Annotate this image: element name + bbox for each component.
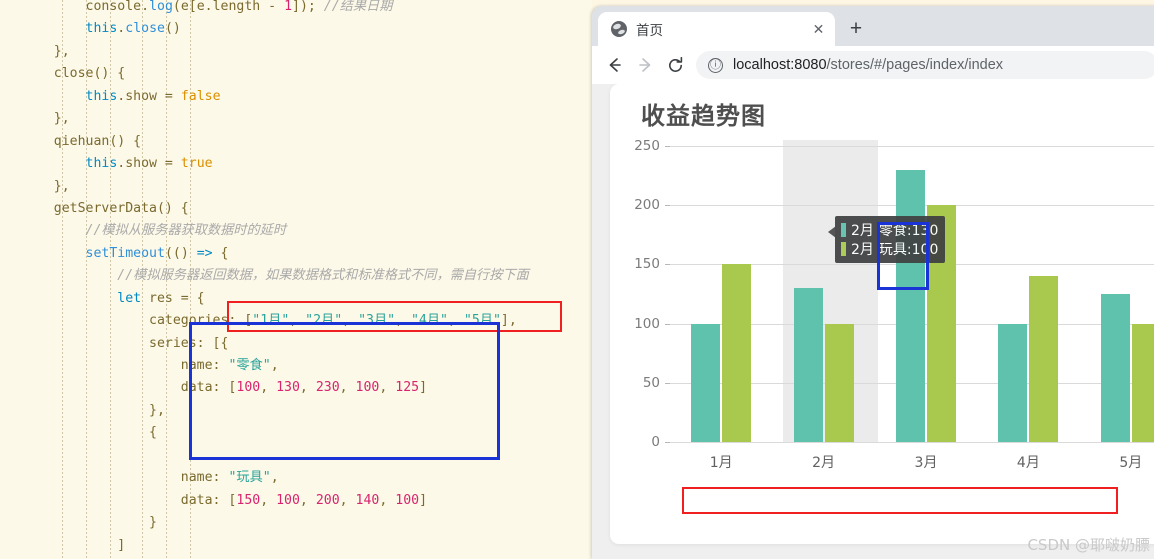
code-line: let res = { (117, 290, 205, 306)
series-color-swatch-toy (841, 241, 846, 256)
code-line: console.log(e[e.length - 1]); //结果日期 (85, 0, 393, 14)
bar-零食-2月[interactable] (793, 288, 823, 442)
y-tick-label: 250 (634, 138, 660, 154)
browser-window: 首页 ✕ + ⓘ localhost:8080/stores/#/pages/i… (592, 6, 1154, 559)
y-tick-mark (665, 146, 670, 147)
code-line: }, (22, 178, 70, 194)
x-tick-label: 5月 (1119, 455, 1143, 471)
code-line: name: "零食", (22, 358, 279, 373)
x-tick-label: 2月 (812, 455, 836, 471)
tooltip-value: 零食:130 (878, 222, 939, 239)
back-button[interactable] (600, 50, 630, 80)
y-tick-label: 50 (642, 374, 660, 391)
forward-button[interactable] (630, 50, 660, 80)
code-line: series: [{ (22, 335, 229, 351)
bar-玩具-5月[interactable] (1131, 323, 1154, 442)
code-line: this.close() (85, 21, 181, 37)
bar-玩具-2月[interactable] (824, 323, 854, 442)
site-info-icon[interactable]: ⓘ (708, 57, 723, 73)
url-text: localhost:8080/stores/#/pages/index/inde… (733, 57, 1003, 73)
code-line: }, (22, 43, 70, 59)
y-tick-mark (665, 323, 670, 325)
code-line: //模拟服务器返回数据，如果数据格式和标准格式不同，需自行按下面 (117, 268, 529, 284)
close-icon[interactable]: ✕ (810, 21, 827, 38)
bar-chart[interactable]: 0 50 100 150 200 250 1月 2月 3月 4月 5月 2月 零食:130 (610, 138, 1154, 500)
bar-零食-5月[interactable] (1100, 294, 1130, 442)
series-color-swatch-snack (841, 222, 846, 237)
bar-零食-3月[interactable] (896, 169, 925, 442)
code-text[interactable]: console.log(e[e.length - 1]); //结果日期 thi… (0, 0, 592, 559)
grid-line (670, 442, 1154, 443)
code-line: getServerData() { (53, 200, 189, 216)
tooltip-arrow (828, 226, 836, 238)
page-viewport: 收益趋势图 0 50 100 150 200 250 1月 2月 3月 4月 5月 2月 (592, 84, 1154, 559)
code-line: data: [150, 100, 200, 140, 100] (22, 492, 428, 508)
y-tick-label: 150 (634, 256, 660, 273)
globe-icon (611, 21, 627, 37)
tooltip-row: 2月 玩具:100 (841, 239, 938, 258)
chart-tooltip: 2月 零食:130 2月 玩具:100 (828, 216, 946, 263)
grid-line (670, 146, 1154, 147)
screenshot-root: console.log(e[e.length - 1]); //结果日期 thi… (0, 0, 1154, 559)
bar-玩具-4月[interactable] (1029, 276, 1059, 442)
x-tick-label: 4月 (1016, 455, 1040, 471)
chart-card: 收益趋势图 0 50 100 150 200 250 1月 2月 3月 4月 5月 2月 (610, 84, 1154, 544)
tooltip-row: 2月 零食:130 (841, 220, 938, 239)
y-tick-mark (665, 205, 670, 207)
y-tick-label: 0 (651, 434, 660, 450)
x-tick-label: 1月 (709, 455, 733, 471)
y-tick-mark (665, 442, 670, 443)
code-line: categories: ["1月", "2月", "3月", "4月", "5月… (22, 313, 517, 329)
bar-零食-4月[interactable] (998, 323, 1028, 442)
bar-零食-1月[interactable] (691, 323, 721, 442)
code-editor-pane[interactable]: console.log(e[e.length - 1]); //结果日期 thi… (0, 0, 592, 559)
y-tick-label: 200 (634, 197, 660, 214)
tooltip-value: 玩具:100 (878, 241, 939, 258)
page-title: 收益趋势图 (641, 102, 766, 130)
address-bar[interactable]: ⓘ localhost:8080/stores/#/pages/index/in… (696, 51, 1154, 79)
tab-title: 首页 (636, 23, 663, 38)
y-tick-label: 100 (634, 315, 660, 332)
code-line: this.show = true (85, 156, 213, 172)
code-line: }, (22, 402, 165, 418)
x-tick-label: 3月 (914, 455, 938, 471)
code-line: }, (22, 111, 70, 127)
code-line: name: "玩具", (22, 470, 279, 486)
code-line: close() { (53, 66, 126, 82)
watermark: CSDN @耶啵奶膘 (1027, 536, 1150, 554)
reload-button[interactable] (660, 50, 690, 80)
code-line: data: [100, 130, 230, 100, 125] (22, 380, 428, 396)
browser-toolbar: ⓘ localhost:8080/stores/#/pages/index/in… (592, 46, 1154, 84)
tooltip-category: 2月 (851, 241, 874, 258)
code-line: ] (22, 537, 126, 553)
code-line: qiehuan() { (53, 133, 142, 149)
y-tick-mark (665, 264, 670, 266)
code-line: //模拟从服务器获取数据时的延时 (85, 223, 287, 239)
y-tick-mark (665, 382, 670, 384)
url-host: localhost:8080 (733, 57, 827, 73)
code-line: setTimeout(() => { (85, 245, 229, 261)
tab-strip: 首页 ✕ + (592, 6, 1154, 46)
new-tab-button[interactable]: + (845, 18, 867, 40)
tooltip-category: 2月 (851, 222, 874, 239)
bar-玩具-1月[interactable] (722, 264, 752, 442)
code-line: } (22, 515, 157, 531)
code-line: { (22, 425, 157, 441)
browser-tab[interactable]: 首页 ✕ (598, 12, 835, 46)
url-path: /stores/#/pages/index/index (826, 57, 1004, 73)
code-line: this.show = false (85, 88, 221, 104)
